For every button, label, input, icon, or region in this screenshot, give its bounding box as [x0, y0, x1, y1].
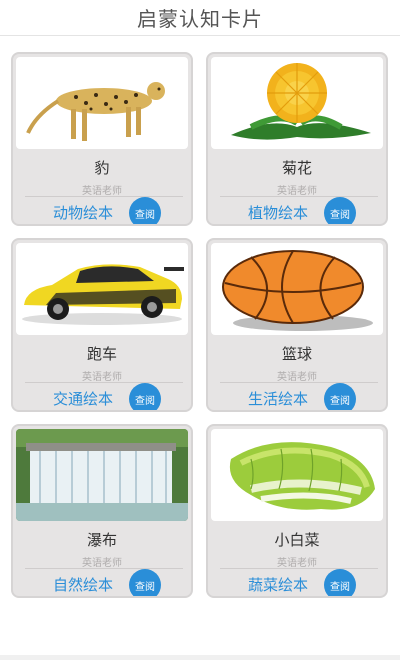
card-book-link[interactable]: 自然绘本	[53, 574, 113, 595]
card-teacher: 英语老师	[82, 558, 122, 569]
card-divider	[25, 568, 183, 569]
bottom-bar	[0, 655, 400, 660]
view-button[interactable]: 查阅	[324, 197, 356, 224]
view-button[interactable]: 查阅	[129, 569, 161, 596]
view-button[interactable]: 查阅	[324, 569, 356, 596]
view-button[interactable]: 查阅	[324, 383, 356, 410]
waterfall-image	[16, 429, 188, 521]
card-divider	[220, 568, 378, 569]
card-chrysanthemum[interactable]: 菊花 英语老师 植物绘本 查阅	[206, 52, 388, 226]
page-title: 启蒙认知卡片	[137, 7, 263, 31]
card-divider	[25, 382, 183, 383]
view-button[interactable]: 查阅	[129, 383, 161, 410]
card-teacher: 英语老师	[82, 186, 122, 197]
card-waterfall[interactable]: 瀑布 英语老师 自然绘本 查阅	[11, 424, 193, 598]
card-teacher: 英语老师	[277, 186, 317, 197]
cheetah-image	[16, 57, 188, 149]
card-book-link[interactable]: 蔬菜绘本	[248, 574, 308, 595]
card-book-link[interactable]: 生活绘本	[248, 388, 308, 409]
card-name: 菊花	[281, 159, 312, 177]
card-name: 豹	[94, 159, 110, 177]
card-divider	[220, 196, 378, 197]
card-teacher: 英语老师	[277, 372, 317, 383]
card-divider	[25, 196, 183, 197]
card-name: 篮球	[281, 345, 312, 363]
card-name: 瀑布	[86, 531, 117, 549]
card-sports-car[interactable]: 跑车 英语老师 交通绘本 查阅	[11, 238, 193, 412]
sports-car-image	[16, 243, 188, 335]
card-book-link[interactable]: 动物绘本	[53, 202, 113, 223]
card-book-link[interactable]: 植物绘本	[248, 202, 308, 223]
card-cabbage[interactable]: 小白菜 英语老师 蔬菜绘本 查阅	[206, 424, 388, 598]
app-header: 启蒙认知卡片	[0, 0, 400, 36]
chrysanthemum-image	[211, 57, 383, 149]
card-teacher: 英语老师	[277, 558, 317, 569]
card-name: 跑车	[86, 345, 117, 363]
card-divider	[220, 382, 378, 383]
card-teacher: 英语老师	[82, 372, 122, 383]
cabbage-image	[211, 429, 383, 521]
basketball-image	[211, 243, 383, 335]
view-button[interactable]: 查阅	[129, 197, 161, 224]
card-book-link[interactable]: 交通绘本	[53, 388, 113, 409]
card-cheetah[interactable]: 豹 英语老师 动物绘本 查阅	[11, 52, 193, 226]
card-name: 小白菜	[274, 531, 320, 549]
card-basketball[interactable]: 篮球 英语老师 生活绘本 查阅	[206, 238, 388, 412]
